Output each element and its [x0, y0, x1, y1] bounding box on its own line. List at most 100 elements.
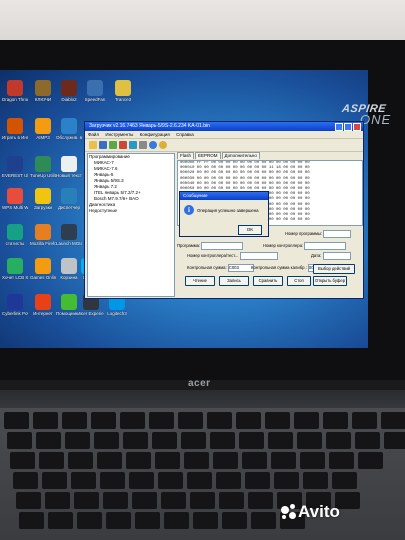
info-icon[interactable]: [159, 141, 167, 149]
program-num-field[interactable]: [323, 230, 352, 238]
write-button[interactable]: Запись: [219, 276, 249, 286]
desktop-icon-label: EVEREST Ultimate: [2, 173, 28, 178]
app-icon: [7, 188, 23, 204]
stop-button[interactable]: Стоп: [287, 276, 311, 286]
maximize-button[interactable]: [344, 123, 352, 131]
desktop-icon-label: статисты: [5, 241, 25, 246]
desktop-icon[interactable]: Интернет: [30, 294, 56, 316]
ok-button[interactable]: OK: [238, 225, 262, 235]
desktop-icon[interactable]: Games Online Beta: [30, 258, 56, 280]
checksum-label: Контрольная сумма:: [187, 265, 227, 271]
desktop-icon[interactable]: AIMP3: [30, 118, 56, 140]
calib-checksum-label: Контрольная сумма калибр.:: [251, 265, 307, 271]
desktop-icon-label: TuneUp Utilities 2013: [30, 173, 56, 178]
window-title: Загрузчик v2.16.7463 Январь-5/9S-2.6.234…: [89, 123, 210, 129]
menu-file[interactable]: Файл: [88, 132, 99, 137]
keyboard-key: [184, 452, 209, 469]
write-icon[interactable]: [119, 141, 127, 149]
laptop-logo: acer: [188, 378, 211, 389]
desktop-icon[interactable]: EVEREST Ultimate: [2, 156, 28, 178]
keyboard-key: [4, 412, 29, 429]
desktop-icon[interactable]: Diablo2: [56, 80, 82, 102]
app-icon: [61, 258, 77, 274]
keyboard-key: [74, 492, 99, 509]
controller-num-field[interactable]: [304, 242, 347, 250]
close-button[interactable]: [353, 123, 361, 131]
date-label: Дата:: [311, 253, 322, 259]
toolbar: [85, 139, 363, 152]
desktop-icon[interactable]: SpeedFan: [82, 80, 108, 102]
window-titlebar[interactable]: Загрузчик v2.16.7463 Январь-5/9S-2.6.234…: [85, 122, 363, 131]
save-icon[interactable]: [99, 141, 107, 149]
desktop-icon-label: SpeedFan: [84, 97, 106, 102]
keyboard-key: [149, 412, 174, 429]
ecu-tree[interactable]: Программирование МИКАС-7 МИКАС-7.6 Январ…: [87, 153, 175, 297]
open-buffer-button[interactable]: Открыть буфер: [313, 276, 347, 286]
keyboard-key: [135, 512, 160, 529]
tree-item[interactable]: Недоступные: [88, 208, 174, 214]
desktop-icon[interactable]: Хочет LCB Shared: [2, 258, 28, 280]
message-dialog[interactable]: Сообщение i Операция успешно завершена O…: [179, 191, 269, 237]
date-field[interactable]: [322, 252, 351, 260]
tab-flash[interactable]: Flash: [177, 152, 195, 159]
keyboard-key: [190, 492, 215, 509]
keyboard-key: [268, 432, 293, 449]
desktop-icon[interactable]: Cyberlink PowerDVD 11: [2, 294, 28, 316]
desktop-icon[interactable]: Диспетчер: [56, 188, 82, 210]
compare-button[interactable]: Сравнить: [253, 276, 283, 286]
controller-num2-field[interactable]: [239, 252, 278, 260]
checksum-field[interactable]: C003: [227, 264, 254, 272]
app-icon: [35, 156, 51, 172]
compare-icon[interactable]: [129, 141, 137, 149]
app-icon: [35, 118, 51, 134]
checksum-row: Контрольная сумма: C003: [187, 264, 254, 272]
tab-eeprom[interactable]: EEPROM: [195, 152, 221, 159]
keyboard-key: [94, 432, 119, 449]
desktop-icon[interactable]: TuneUp Utilities 2013: [30, 156, 56, 178]
keyboard-key: [248, 492, 273, 509]
desktop-icon[interactable]: КЛЮЧИ: [30, 80, 56, 102]
desktop-icon[interactable]: Новый текстовый: [56, 156, 82, 178]
controller-num2-label: Номер контроллера/тест...: [187, 253, 239, 259]
controller-row: Номер контроллера:: [263, 242, 347, 250]
read-button[interactable]: Чтение: [185, 276, 215, 286]
desktop-icon[interactable]: Играть в Интернете: [2, 118, 28, 140]
keyboard-key: [193, 512, 218, 529]
minimize-button[interactable]: [335, 123, 343, 131]
settings-icon[interactable]: [139, 141, 147, 149]
actions-button[interactable]: Выбор действий: [313, 264, 355, 274]
read-icon[interactable]: [109, 141, 117, 149]
desktop-icon[interactable]: Dragon Throne: [2, 80, 28, 102]
avito-logo-icon: [281, 504, 297, 520]
program-field[interactable]: [201, 242, 244, 250]
desktop-icon-label: WPS Multi Wariety: [2, 205, 28, 210]
keyboard-key: [77, 512, 102, 529]
keyboard-key: [222, 512, 247, 529]
keyboard-key: [210, 432, 235, 449]
app-icon: [35, 188, 51, 204]
dialog-title[interactable]: Сообщение: [180, 192, 268, 200]
tab-extra[interactable]: Дополнительно: [221, 152, 260, 159]
desktop-icon[interactable]: Mozilla Firefox: [30, 224, 56, 246]
menu-tools[interactable]: Инструменты: [105, 132, 133, 137]
desktop-icon[interactable]: Launch MGtests: [56, 224, 82, 246]
help-icon[interactable]: [149, 141, 157, 149]
app-icon: [61, 80, 77, 96]
desktop-icon[interactable]: статисты: [2, 224, 28, 246]
checksum-value: C003: [228, 265, 239, 270]
keyboard-key: [352, 412, 377, 429]
desktop-icon[interactable]: Обслужив. водителя: [56, 118, 82, 140]
keyboard: [0, 408, 405, 540]
menu-config[interactable]: Конфигурация: [140, 132, 170, 137]
watermark: Avito: [298, 502, 340, 521]
desktop-icon[interactable]: Загрузки: [30, 188, 56, 210]
app-icon: [61, 188, 77, 204]
keyboard-key: [265, 412, 290, 429]
open-icon[interactable]: [89, 141, 97, 149]
keyboard-key: [219, 492, 244, 509]
keyboard-key: [164, 512, 189, 529]
tab-strip: Flash EEPROM Дополнительно: [177, 152, 261, 159]
desktop-icon[interactable]: Trance3: [110, 80, 136, 102]
menu-help[interactable]: Справка: [176, 132, 194, 137]
desktop-icon[interactable]: WPS Multi Wariety: [2, 188, 28, 210]
